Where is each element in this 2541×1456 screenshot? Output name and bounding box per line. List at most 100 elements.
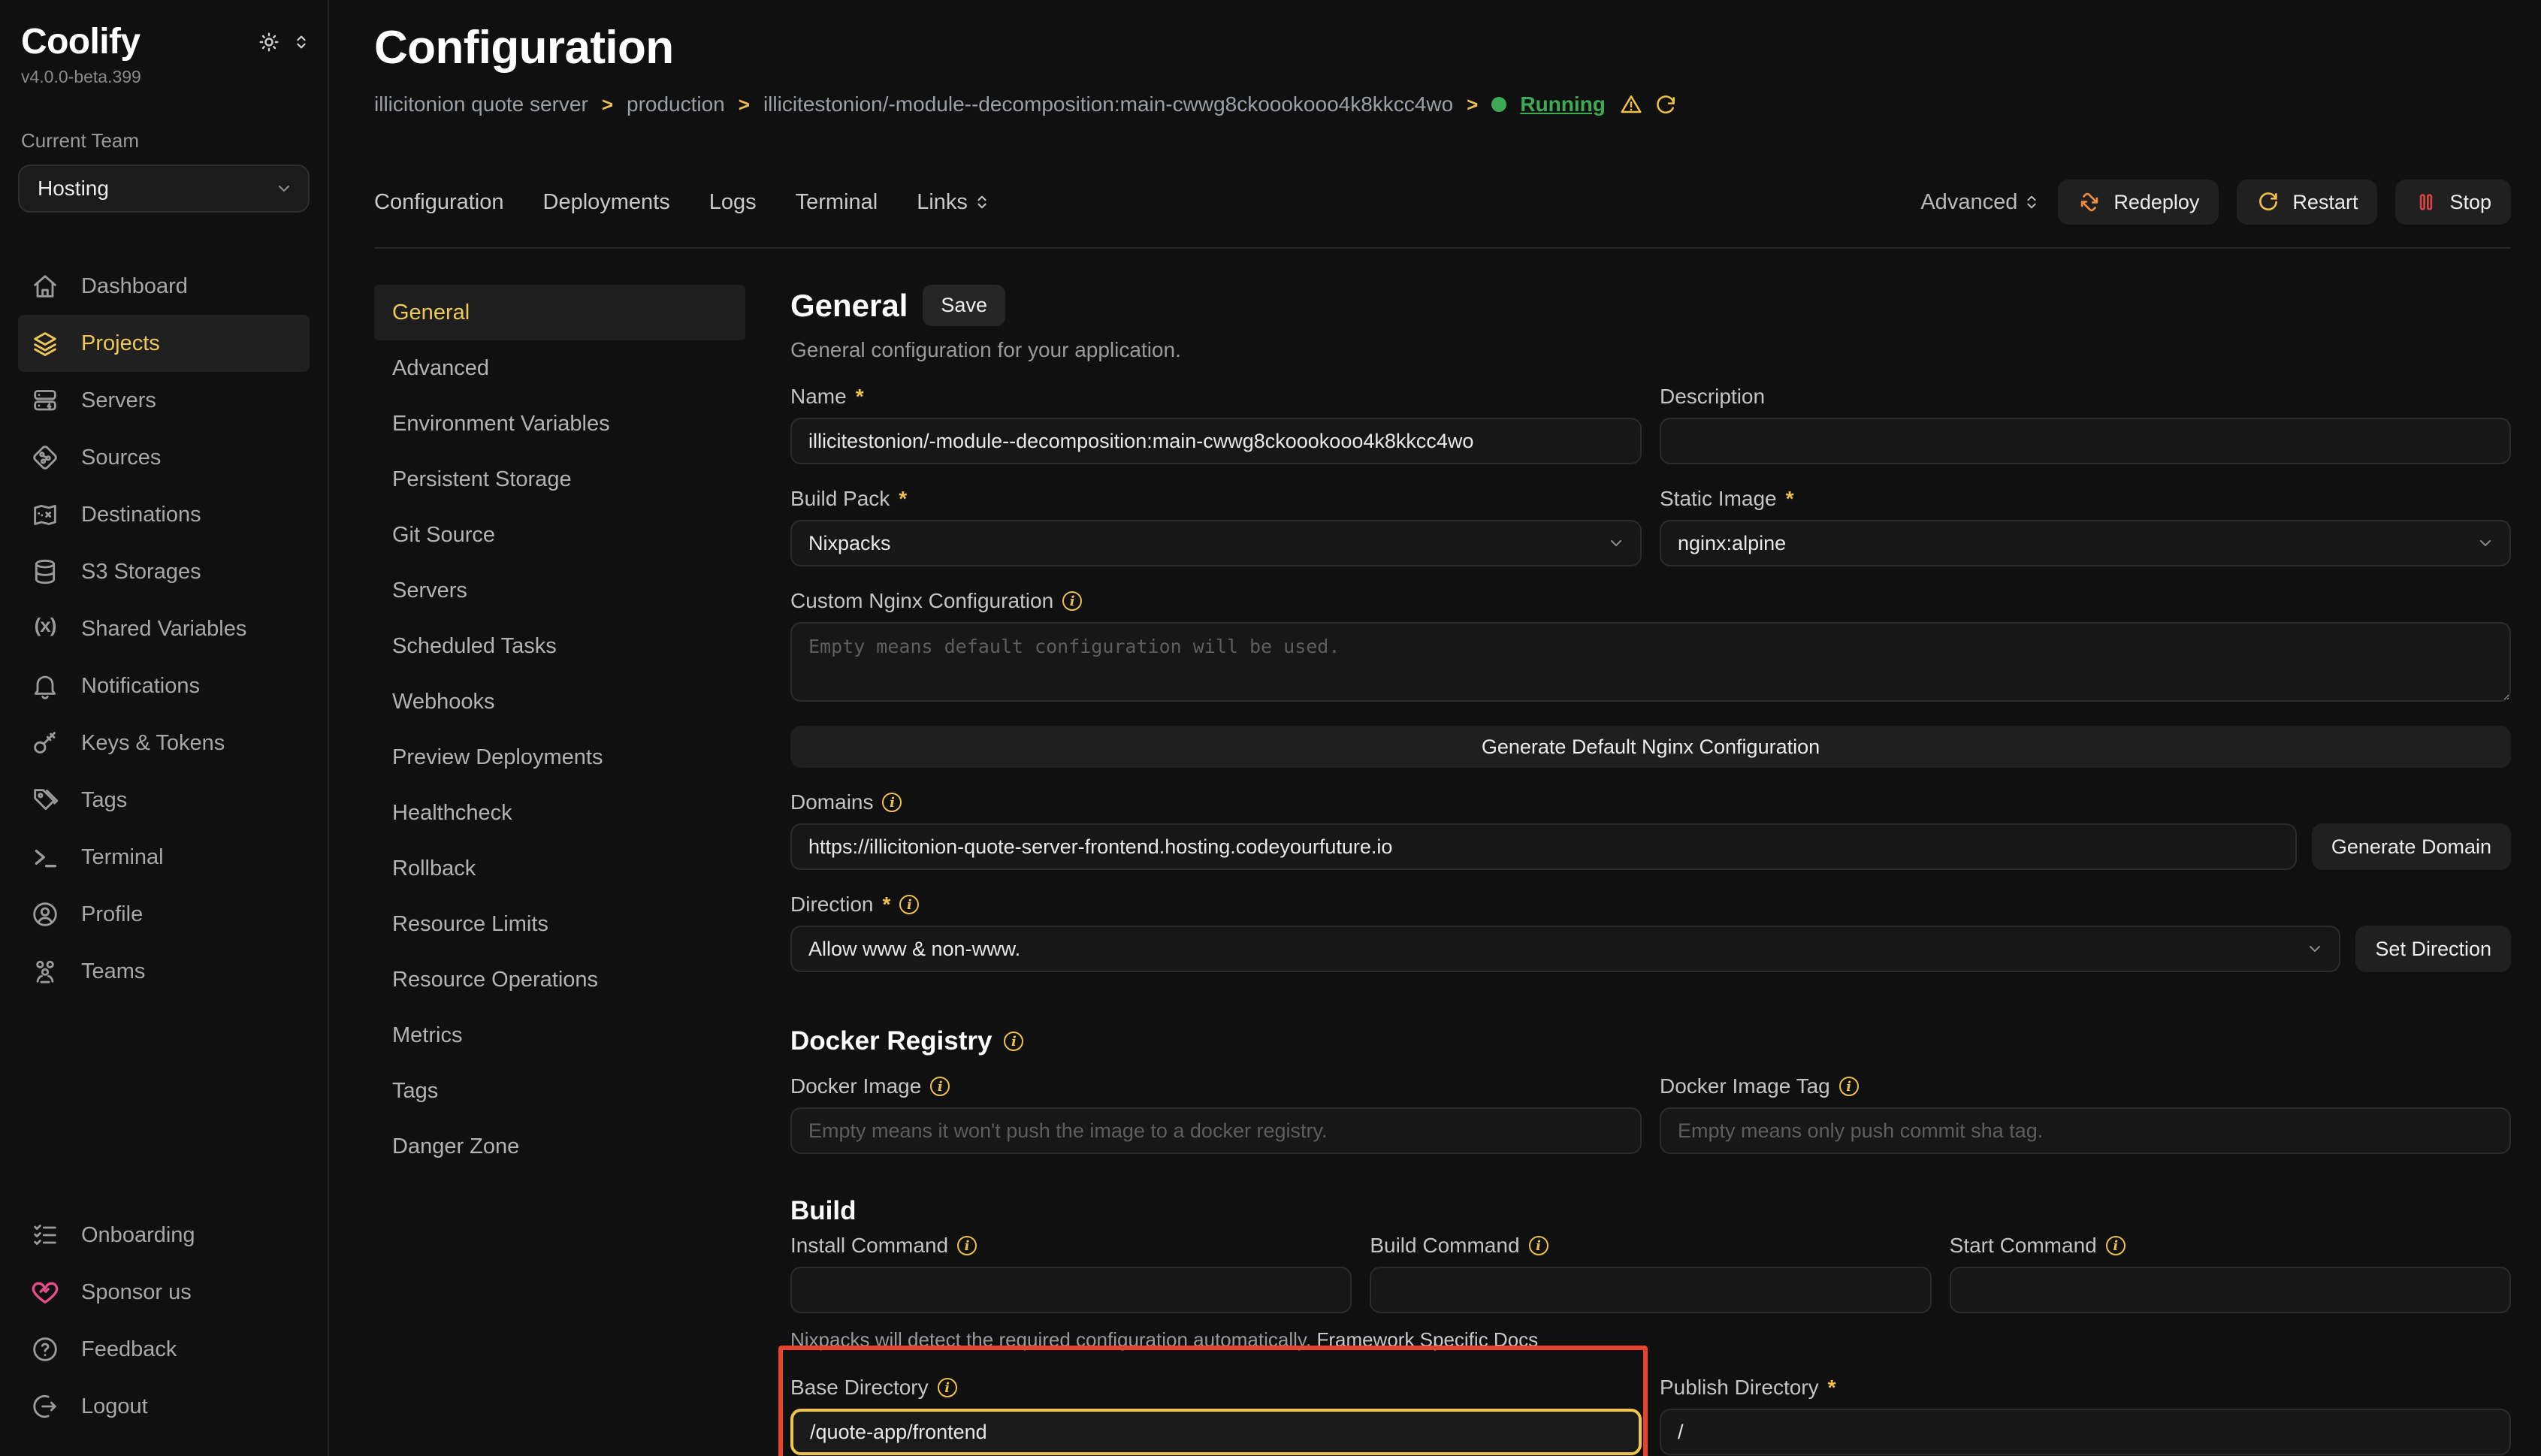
build-pack-select[interactable]: Nixpacks	[790, 520, 1642, 566]
collapse-updown-icon[interactable]	[293, 32, 310, 53]
subnav-item-advanced[interactable]: Advanced	[374, 340, 745, 396]
stop-label: Stop	[2449, 191, 2491, 214]
advanced-dropdown[interactable]: Advanced	[1920, 190, 2040, 215]
save-button[interactable]: Save	[923, 285, 1005, 326]
theme-sun-icon[interactable]	[257, 30, 281, 54]
sidebar-item-servers[interactable]: Servers	[18, 372, 310, 429]
stop-button[interactable]: Stop	[2395, 180, 2511, 225]
breadcrumb-application[interactable]: illicitestonion/-module--decomposition:m…	[763, 92, 1453, 116]
tab-links-label: Links	[917, 190, 968, 215]
subnav-item-webhooks[interactable]: Webhooks	[374, 674, 745, 730]
tabs-row: Configuration Deployments Logs Terminal …	[374, 180, 2511, 225]
publish-directory-input[interactable]	[1660, 1409, 2511, 1455]
custom-nginx-textarea[interactable]	[790, 622, 2511, 702]
subnav-item-servers[interactable]: Servers	[374, 563, 745, 618]
stop-pause-icon	[2415, 191, 2437, 213]
info-icon: i	[1062, 591, 1082, 611]
build-command-label: Build Commandi	[1370, 1234, 1931, 1258]
subnav-item-metrics[interactable]: Metrics	[374, 1007, 745, 1063]
sidebar: Coolify v4.0.0-beta.399 Current Team Hos…	[0, 0, 329, 1456]
static-image-select[interactable]: nginx:alpine	[1660, 520, 2511, 566]
brand-logo: Coolify	[21, 21, 140, 62]
team-select[interactable]: Hosting	[18, 165, 310, 213]
subnav-item-tags[interactable]: Tags	[374, 1063, 745, 1119]
subnav-item-resource-operations[interactable]: Resource Operations	[374, 952, 745, 1007]
base-directory-input[interactable]	[790, 1409, 1642, 1455]
subnav-item-persistent-storage[interactable]: Persistent Storage	[374, 452, 745, 507]
subnav-item-preview-deployments[interactable]: Preview Deployments	[374, 730, 745, 785]
restart-button[interactable]: Restart	[2237, 180, 2377, 225]
info-icon: i	[1529, 1236, 1548, 1255]
sidebar-item-projects[interactable]: Projects	[18, 315, 310, 372]
sidebar-item-feedback[interactable]: Feedback	[18, 1321, 310, 1378]
breadcrumb-environment[interactable]: production	[627, 92, 725, 116]
sidebar-item-teams[interactable]: Teams	[18, 943, 310, 1000]
sidebar-item-dashboard[interactable]: Dashboard	[18, 258, 310, 315]
refresh-icon[interactable]	[1654, 92, 1678, 116]
sidebar-item-terminal[interactable]: Terminal	[18, 829, 310, 886]
user-circle-icon	[30, 899, 60, 929]
docker-image-input[interactable]	[790, 1107, 1642, 1154]
app-version: v4.0.0-beta.399	[18, 67, 310, 87]
info-icon: i	[2106, 1236, 2126, 1255]
info-icon: i	[899, 895, 919, 914]
description-input[interactable]	[1660, 418, 2511, 464]
sidebar-item-label: Shared Variables	[81, 617, 246, 642]
sidebar-item-sponsor[interactable]: Sponsor us	[18, 1264, 310, 1321]
breadcrumb-project[interactable]: illicitonion quote server	[374, 92, 588, 116]
sidebar-item-profile[interactable]: Profile	[18, 886, 310, 943]
sidebar-item-s3-storages[interactable]: S3 Storages	[18, 543, 310, 600]
subnav-item-git-source[interactable]: Git Source	[374, 507, 745, 563]
install-command-input[interactable]	[790, 1267, 1352, 1313]
sidebar-item-sources[interactable]: Sources	[18, 429, 310, 486]
docker-image-tag-input[interactable]	[1660, 1107, 2511, 1154]
build-command-input[interactable]	[1370, 1267, 1931, 1313]
sidebar-item-tags[interactable]: Tags	[18, 772, 310, 829]
tab-links[interactable]: Links	[917, 190, 990, 215]
chevron-right-icon: >	[602, 93, 613, 116]
subnav-item-general[interactable]: General	[374, 285, 745, 340]
breadcrumb: illicitonion quote server > production >…	[374, 92, 2511, 116]
framework-docs-link[interactable]: Framework Specific Docs	[1316, 1328, 1538, 1351]
git-source-icon	[30, 443, 60, 473]
sidebar-item-destinations[interactable]: Destinations	[18, 486, 310, 543]
subnav-item-scheduled-tasks[interactable]: Scheduled Tasks	[374, 618, 745, 674]
domains-input[interactable]	[790, 823, 2297, 870]
tab-configuration[interactable]: Configuration	[374, 190, 504, 215]
nixpacks-note: Nixpacks will detect the required config…	[790, 1328, 2511, 1352]
docker-image-tag-label: Docker Image Tagi	[1660, 1074, 2511, 1098]
sidebar-item-onboarding[interactable]: Onboarding	[18, 1207, 310, 1264]
sidebar-item-label: Tags	[81, 788, 127, 813]
direction-select[interactable]: Allow www & non-www.	[790, 926, 2340, 972]
warning-triangle-icon[interactable]	[1619, 92, 1643, 116]
sidebar-item-keys-tokens[interactable]: Keys & Tokens	[18, 714, 310, 772]
tab-terminal[interactable]: Terminal	[796, 190, 878, 215]
status-running-link[interactable]: Running	[1520, 92, 1606, 116]
sidebar-item-shared-variables[interactable]: (x) Shared Variables	[18, 600, 310, 657]
generate-domain-button[interactable]: Generate Domain	[2312, 823, 2511, 870]
redeploy-label: Redeploy	[2113, 191, 2199, 214]
subnav-item-healthcheck[interactable]: Healthcheck	[374, 785, 745, 841]
sidebar-item-label: Teams	[81, 959, 145, 984]
info-icon: i	[930, 1077, 950, 1096]
subnav-item-danger-zone[interactable]: Danger Zone	[374, 1119, 745, 1174]
sidebar-item-label: Dashboard	[81, 274, 188, 299]
chevron-right-icon: >	[1467, 93, 1478, 116]
set-direction-button[interactable]: Set Direction	[2355, 926, 2511, 972]
subnav-item-environment-variables[interactable]: Environment Variables	[374, 396, 745, 452]
tab-deployments[interactable]: Deployments	[543, 190, 670, 215]
subnav-item-resource-limits[interactable]: Resource Limits	[374, 896, 745, 952]
start-command-input[interactable]	[1950, 1267, 2511, 1313]
direction-label: Direction*i	[790, 893, 2511, 917]
redeploy-button[interactable]: Redeploy	[2058, 180, 2219, 225]
general-form: General Save General configuration for y…	[790, 285, 2511, 1456]
sidebar-item-logout[interactable]: Logout	[18, 1378, 310, 1435]
tab-logs[interactable]: Logs	[709, 190, 757, 215]
static-image-label: Static Image*	[1660, 487, 2511, 511]
name-input[interactable]	[790, 418, 1642, 464]
status-dot	[1491, 97, 1506, 112]
subnav-item-rollback[interactable]: Rollback	[374, 841, 745, 896]
sidebar-item-notifications[interactable]: Notifications	[18, 657, 310, 714]
logout-icon	[30, 1391, 60, 1421]
generate-nginx-button[interactable]: Generate Default Nginx Configuration	[790, 726, 2511, 768]
